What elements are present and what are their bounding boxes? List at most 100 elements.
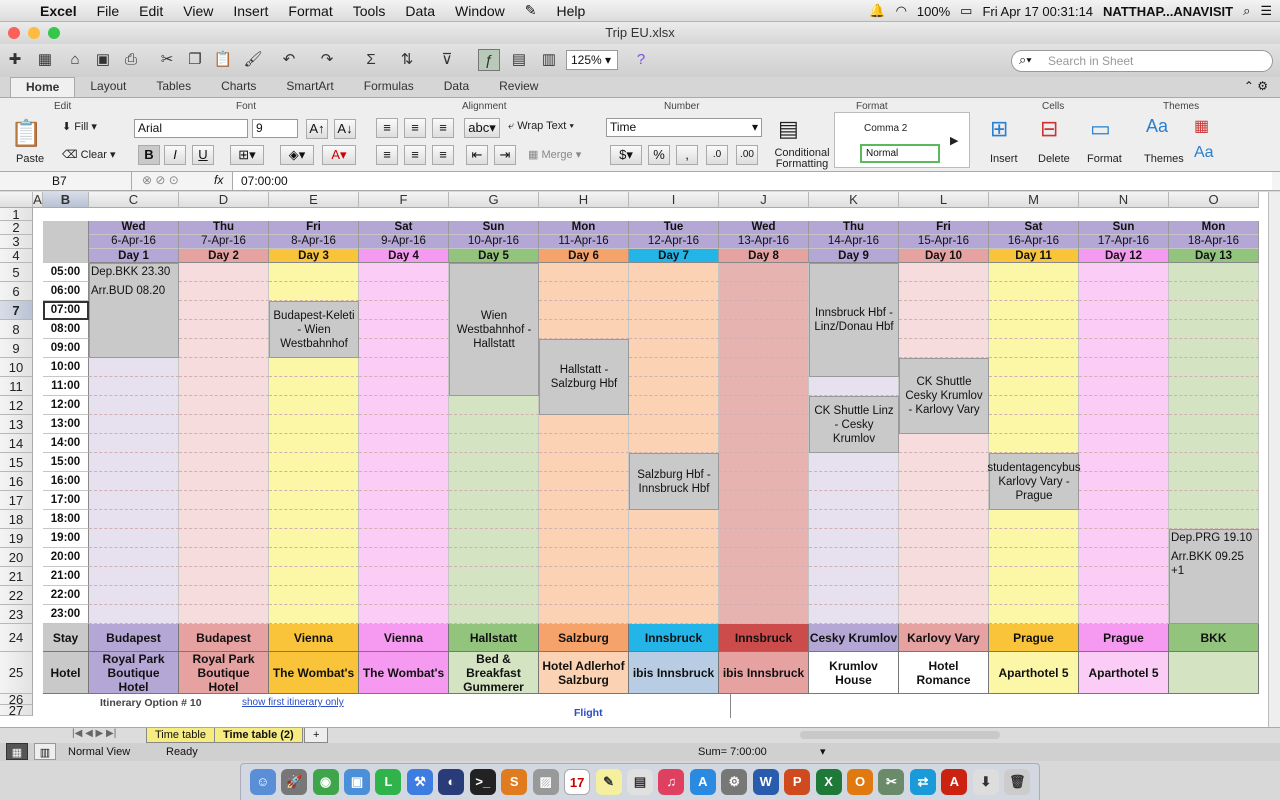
time-cell[interactable] [269,548,359,567]
zoom-select[interactable]: 125% ▾ [566,50,618,70]
column-header-k[interactable]: K [809,192,899,208]
template-icon[interactable]: ▦ [34,49,56,71]
time-cell[interactable] [449,586,539,605]
day-date[interactable]: 10-Apr-16 [449,235,539,249]
day-date[interactable]: 15-Apr-16 [899,235,989,249]
time-cell[interactable] [629,548,719,567]
time-label[interactable]: 14:00 [43,434,89,453]
hotel-name[interactable]: Royal Park Boutique Hotel [89,652,179,694]
time-cell[interactable] [719,586,809,605]
time-cell[interactable] [1079,396,1169,415]
time-cell[interactable] [989,510,1079,529]
time-cell[interactable] [359,605,449,624]
time-cell[interactable] [989,434,1079,453]
acrobat-icon[interactable]: A [941,769,968,795]
appstore-icon[interactable]: A [689,769,716,795]
powerpoint-icon[interactable]: P [784,769,811,795]
time-cell[interactable] [89,529,179,548]
column-header-l[interactable]: L [899,192,989,208]
time-cell[interactable] [539,472,629,491]
day-label[interactable]: Day 7 [629,249,719,263]
align-left-icon[interactable]: ≡ [376,145,398,165]
day-date[interactable]: 17-Apr-16 [1079,235,1169,249]
time-label[interactable]: 19:00 [43,529,89,548]
delete-cells-icon[interactable]: ⊟ [1040,116,1058,142]
time-cell[interactable] [899,434,989,453]
time-cell[interactable] [89,358,179,377]
row-header-15[interactable]: 15 [0,453,33,472]
time-cell[interactable] [359,586,449,605]
time-cell[interactable] [269,472,359,491]
time-cell[interactable] [989,263,1079,282]
time-cell[interactable] [359,282,449,301]
word-icon[interactable]: W [752,769,779,795]
font-color-icon[interactable]: A▾ [322,145,356,165]
time-cell[interactable] [1079,434,1169,453]
day-label[interactable]: Day 8 [719,249,809,263]
row-header-2[interactable]: 2 [0,221,33,235]
spreadsheet-grid[interactable]: A B C D E F G H I J K L M N O 1 2 3 4 5 6 7 8 9 10 11 12 13 14 15 16 17… [0,192,1268,727]
time-cell[interactable] [809,491,899,510]
minimize-window-icon[interactable] [28,27,40,39]
row-header-9[interactable]: 9 [0,339,33,358]
menu-help[interactable]: Help [547,3,596,19]
time-cell[interactable] [179,320,269,339]
menu-format[interactable]: Format [278,3,342,19]
time-label[interactable]: 23:00 [43,605,89,624]
font-size-select[interactable]: 9 [252,119,298,138]
hotel-name[interactable]: The Wombat's [359,652,449,694]
new-icon[interactable]: ✚ [4,49,26,71]
time-cell[interactable] [1079,339,1169,358]
time-cell[interactable] [179,453,269,472]
time-cell[interactable] [899,567,989,586]
time-cell[interactable] [719,529,809,548]
time-cell[interactable] [989,282,1079,301]
time-cell[interactable] [179,396,269,415]
search-input[interactable]: Search in Sheet [1011,50,1273,72]
themes-button[interactable]: Themes [1144,153,1184,165]
sort-icon[interactable]: ⇅ [396,49,418,71]
time-cell[interactable] [1169,472,1259,491]
time-cell[interactable] [629,339,719,358]
copy-icon[interactable]: ❐ [184,49,206,71]
fill-button[interactable]: ⬇ Fill ▾ [62,120,97,133]
day-label[interactable]: Day 2 [179,249,269,263]
time-cell[interactable] [269,263,359,282]
column-header-o[interactable]: O [1169,192,1259,208]
conditional-formatting-icon[interactable]: ▤ [778,116,799,142]
theme-fonts-icon[interactable]: Aa [1194,144,1214,162]
day-of-week[interactable]: Tue [629,221,719,235]
time-cell[interactable] [269,396,359,415]
time-cell[interactable] [89,415,179,434]
row-header-18[interactable]: 18 [0,510,33,529]
stay-city[interactable]: Cesky Krumlov [809,624,899,652]
time-label[interactable]: 22:00 [43,586,89,605]
time-cell[interactable] [179,510,269,529]
format-cells-icon[interactable]: ▭ [1090,116,1111,142]
time-cell[interactable] [899,282,989,301]
italic-button[interactable]: I [164,145,186,165]
row-header-7[interactable]: 7 [0,301,33,320]
align-right-icon[interactable]: ≡ [432,145,454,165]
menu-view[interactable]: View [173,3,223,19]
time-cell[interactable] [629,377,719,396]
time-cell[interactable] [719,301,809,320]
day-date[interactable]: 11-Apr-16 [539,235,629,249]
time-cell[interactable] [899,339,989,358]
time-cell[interactable] [179,548,269,567]
time-label[interactable]: 10:00 [43,358,89,377]
row-header-6[interactable]: 6 [0,282,33,301]
row-header-4[interactable]: 4 [0,249,33,263]
redo-icon[interactable]: ↷ [316,49,338,71]
time-cell[interactable] [899,320,989,339]
time-cell[interactable] [269,282,359,301]
time-label[interactable]: 16:00 [43,472,89,491]
open-icon[interactable]: ⌂ [64,49,86,71]
time-cell[interactable] [719,548,809,567]
row-header-23[interactable]: 23 [0,605,33,624]
time-cell[interactable] [539,510,629,529]
merge-button[interactable]: ▦ Merge ▾ [528,148,581,161]
excel-icon[interactable]: X [815,769,842,795]
day-label[interactable]: Day 10 [899,249,989,263]
time-cell[interactable] [269,358,359,377]
